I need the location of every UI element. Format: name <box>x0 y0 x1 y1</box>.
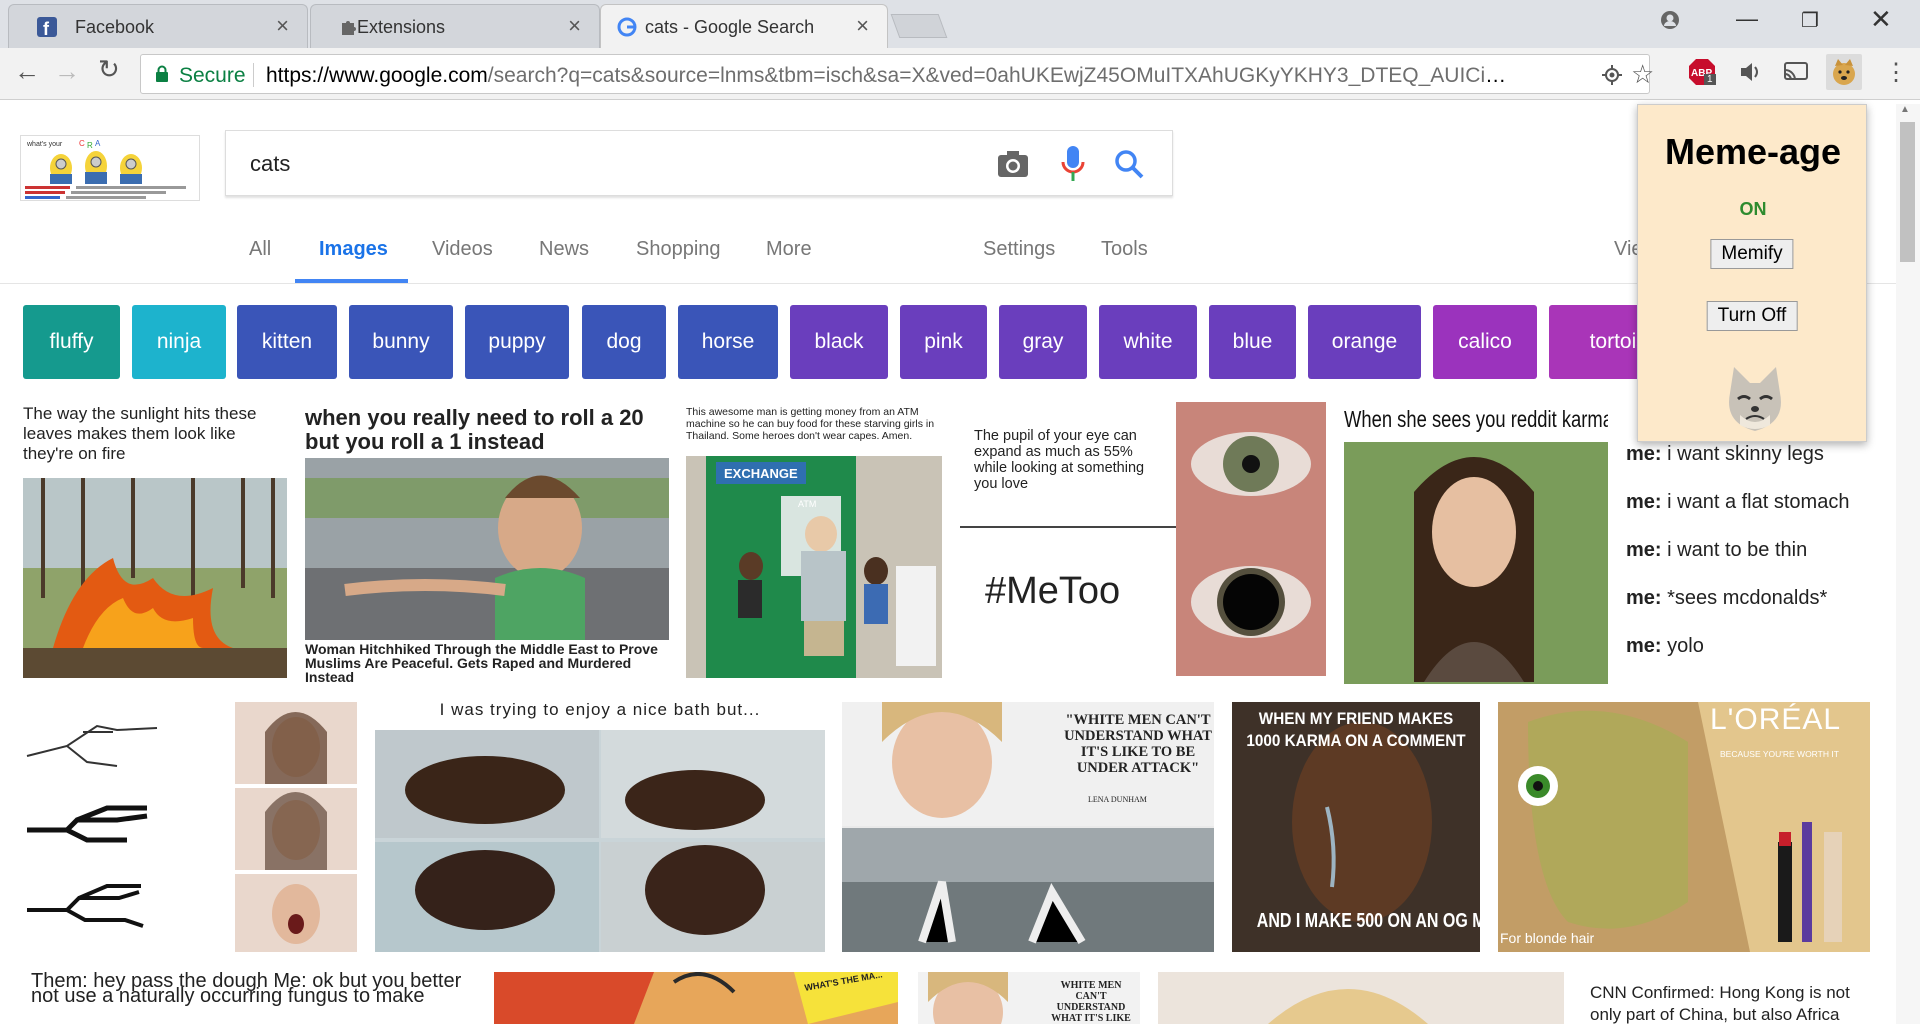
chip-label: dog <box>606 330 642 353</box>
meme-caption: When she sees you reddit karma <box>1344 406 1608 432</box>
meme-caption-bottom: Woman Hitchhiked Through the Middle East… <box>305 641 658 682</box>
image-result-loreal[interactable]: L'ORÉAL BECAUSE YOU'RE WORTH IT For blon… <box>1498 702 1870 952</box>
memify-button[interactable]: Memify <box>1710 239 1794 269</box>
meme-caption: This awesome man is getting money from a… <box>686 406 935 442</box>
chip-label: horse <box>701 330 755 353</box>
chip-label: calico <box>1458 330 1512 353</box>
me-text: i want a flat stomach <box>1667 491 1850 513</box>
chip-bunny[interactable]: bunny <box>349 305 453 379</box>
me-label: me: <box>1626 443 1662 465</box>
chip-label: blue <box>1232 330 1273 353</box>
scroll-up-icon[interactable]: ▲ <box>1900 104 1910 115</box>
me-text: i want to be thin <box>1667 539 1808 561</box>
chip-black[interactable]: black <box>790 305 888 379</box>
meme-quote: "WHITE MEN CAN'T UNDERSTAND WHAT IT'S LI… <box>1064 712 1212 776</box>
me-label: me: <box>1626 587 1662 609</box>
image-result-blonde[interactable] <box>1158 972 1564 1024</box>
chip-label: gray <box>1022 330 1064 353</box>
image-result-faces[interactable] <box>235 702 357 952</box>
hitchhiker-photo <box>305 458 669 640</box>
chip-label: bunny <box>372 330 430 353</box>
meme-caption: The way the sunlight hits these leaves m… <box>23 404 257 463</box>
related-searches-chips: fluffy ninja kitten bunny puppy dog hors… <box>0 0 1895 390</box>
chip-horse[interactable]: horse <box>678 305 778 379</box>
image-result-dough[interactable]: Them: hey pass the dough Me: ok but you … <box>23 972 473 1024</box>
meme-caption-bottom: AND I MAKE 500 ON AN OG MEME <box>1256 910 1480 932</box>
me-text: i want skinny legs <box>1667 443 1824 465</box>
me-line: me: yolo <box>1626 622 1704 670</box>
me-line: me: *sees mcdonalds* <box>1626 574 1827 622</box>
loreal-brand: L'ORÉAL <box>1710 703 1842 736</box>
meme-caption: I was trying to enjoy a nice bath but... <box>439 702 761 719</box>
meme-caption: when you really need to roll a 20 but yo… <box>305 405 644 454</box>
image-result-pupil[interactable]: The pupil of your eye can expand as much… <box>960 402 1326 676</box>
image-result-roll-20[interactable]: when you really need to roll a 20 but yo… <box>305 402 669 682</box>
popup-status: ON <box>1739 199 1767 219</box>
chip-label: white <box>1123 330 1173 353</box>
image-result-fire[interactable]: The way the sunlight hits these leaves m… <box>23 402 287 678</box>
atm-photo <box>686 456 942 678</box>
chip-label: puppy <box>488 330 546 353</box>
image-result-skeleton-hands[interactable] <box>23 702 189 954</box>
blonde-photo <box>1158 972 1564 1024</box>
chip-label: orange <box>1331 330 1398 353</box>
dog-bath-photo <box>375 730 825 952</box>
image-result-lena-2[interactable]: WHITE MEN CAN'T UNDERSTAND WHAT IT'S LIK… <box>918 972 1140 1024</box>
meme-caption: Them: hey pass the dough Me: ok but you … <box>31 972 462 1007</box>
memeage-popup: Meme-age ON Memify Turn Off <box>1637 104 1867 442</box>
me-line: me: i want a flat stomach <box>1626 478 1849 526</box>
image-result-atm[interactable]: This awesome man is getting money from a… <box>686 404 942 678</box>
me-text: *sees mcdonalds* <box>1667 587 1828 609</box>
chip-label: ninja <box>156 330 202 353</box>
image-result-reddit-karma[interactable]: When she sees you reddit karma <box>1344 402 1608 684</box>
chip-label: kitten <box>261 330 313 353</box>
chip-blue[interactable]: blue <box>1209 305 1296 379</box>
woman-photo <box>1344 402 1608 684</box>
image-result-karma-og-meme[interactable]: WHEN MY FRIEND MAKES 1000 KARMA ON A COM… <box>1232 702 1480 952</box>
mask-photo <box>1498 702 1870 952</box>
chip-ninja[interactable]: ninja <box>132 305 226 379</box>
chip-label: pink <box>924 330 963 353</box>
me-text: yolo <box>1667 635 1704 657</box>
skeleton-hands-drawing <box>26 724 158 928</box>
image-result-comic[interactable]: WHAT'S THE MA... <box>494 972 898 1024</box>
meme-caption-top: WHEN MY FRIEND MAKES 1000 KARMA ON A COM… <box>1246 709 1466 750</box>
me-label: me: <box>1626 635 1662 657</box>
meme-quote: WHITE MEN CAN'T UNDERSTAND WHAT IT'S LIK… <box>1051 980 1131 1024</box>
chip-calico[interactable]: calico <box>1433 305 1537 379</box>
chip-label: fluffy <box>49 330 94 353</box>
atm-sign: EXCHANGE <box>724 466 798 481</box>
chip-dog[interactable]: dog <box>582 305 666 379</box>
meme-caption: The pupil of your eye can expand as much… <box>974 428 1145 492</box>
me-label: me: <box>1626 491 1662 513</box>
eye-photo <box>1176 402 1326 676</box>
popup-title: Meme-age <box>1664 131 1842 172</box>
scrollbar-thumb[interactable] <box>1900 122 1915 262</box>
chip-kitten[interactable]: kitten <box>237 305 337 379</box>
atm-label: ATM <box>798 499 817 509</box>
image-result-lena-dunham[interactable]: "WHITE MEN CAN'T UNDERSTAND WHAT IT'S LI… <box>842 702 1214 952</box>
fire-photo <box>23 478 287 678</box>
chip-puppy[interactable]: puppy <box>465 305 569 379</box>
grumpy-cat-icon <box>1729 367 1781 431</box>
me-line: me: i want to be thin <box>1626 526 1807 574</box>
faces-photo <box>235 702 357 952</box>
meme-caption: CNN Confirmed: Hong Kong is not only par… <box>1590 983 1850 1024</box>
image-result-dog-bath[interactable]: I was trying to enjoy a nice bath but... <box>375 702 825 952</box>
chip-fluffy[interactable]: fluffy <box>23 305 120 379</box>
image-result-cnn[interactable]: CNN Confirmed: Hong Kong is not only par… <box>1590 980 1880 1024</box>
chip-gray[interactable]: gray <box>999 305 1087 379</box>
metoo-text: #MeToo <box>985 570 1121 612</box>
chip-white[interactable]: white <box>1099 305 1197 379</box>
chip-label: black <box>814 330 864 353</box>
chip-pink[interactable]: pink <box>900 305 987 379</box>
quote-author: LENA DUNHAM <box>1088 795 1147 804</box>
me-label: me: <box>1626 539 1662 561</box>
loreal-caption: For blonde hair <box>1500 930 1595 946</box>
image-result-me-yolo[interactable]: me: i want skinny legs me: i want a flat… <box>1626 430 1896 670</box>
chip-orange[interactable]: orange <box>1308 305 1421 379</box>
turn-off-button[interactable]: Turn Off <box>1706 301 1798 331</box>
loreal-tagline: BECAUSE YOU'RE WORTH IT <box>1720 749 1839 759</box>
